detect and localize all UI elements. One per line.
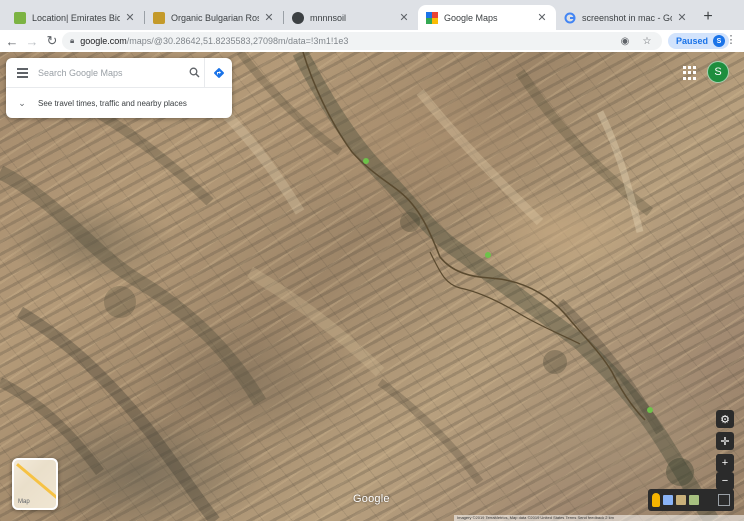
search-input[interactable] [38,62,184,83]
tab-title: mnnnsoil [310,12,347,23]
settings-gear-icon[interactable]: ⚙ [716,410,734,428]
terrain-overlay [0,52,719,521]
zoom-in-button[interactable]: + [716,454,734,472]
tab-title: Google Maps [444,12,498,23]
profile-paused-button[interactable]: Paused S [668,33,730,49]
search-row [6,57,232,88]
address-bar[interactable]: 🔒︎ google.com/maps/@30.28642,51.8235583,… [62,32,662,50]
tab-mnnnsoil[interactable]: mnnnsoil ✕ [284,5,418,30]
tab-strip: Location| Emirates Bio Farm ✕ Organic Bu… [0,0,744,30]
map-attribution: Imagery ©2019 TerraMetrics, Map data ©20… [454,515,744,521]
google-icon [564,12,576,24]
imagery-strip [648,489,734,511]
close-icon[interactable]: ✕ [676,11,688,24]
url-host: google.com [80,36,127,46]
compass-icon[interactable]: ✛ [716,432,734,450]
travel-times-row[interactable]: ⌄ See travel times, traffic and nearby p… [6,88,232,118]
directions-icon[interactable] [204,57,232,88]
zoom-out-button[interactable]: − [716,472,734,490]
tab-google-maps[interactable]: Google Maps ✕ [418,5,556,30]
leaf-icon [14,11,26,24]
google-logo: Google [353,493,390,505]
imagery-thumbnail[interactable] [663,495,673,505]
kebab-menu-icon[interactable]: ⋮ [724,33,738,49]
browser-toolbar: ← → ↻ 🔒︎ google.com/maps/@30.28642,51.82… [0,30,744,52]
lock-icon: 🔒︎ [70,36,75,45]
close-icon[interactable]: ✕ [124,11,136,24]
back-arrow-icon[interactable]: ← [2,31,22,51]
search-icon[interactable] [184,58,204,88]
google-maps-icon [426,11,438,24]
hamburger-menu-icon[interactable] [6,58,38,88]
url-path: /maps/@30.28642,51.8235583,27098m/data=!… [126,36,349,46]
location-icon[interactable]: ◉ [618,34,632,48]
globe-icon [292,11,304,24]
tab-title: Organic Bulgarian Rose Water [171,12,259,23]
chevron-down-icon: ⌄ [18,97,26,108]
tab-google-search[interactable]: screenshot in mac - Google Se ✕ [556,5,696,30]
reload-icon[interactable]: ↻ [42,31,62,51]
imagery-thumbnail[interactable] [676,495,686,505]
new-tab-button[interactable]: + [698,7,718,27]
close-icon[interactable]: ✕ [398,11,410,24]
search-panel: ⌄ See travel times, traffic and nearby p… [6,57,232,118]
bottle-icon [153,11,165,24]
layers-label: Map [18,499,30,505]
close-icon[interactable]: ✕ [536,11,548,24]
fullscreen-icon[interactable] [718,494,730,506]
imagery-thumbnail[interactable] [689,495,699,505]
layers-toggle[interactable]: Map [12,458,58,510]
tab-title: screenshot in mac - Google Se [582,12,672,23]
paused-label: Paused [676,36,709,46]
forward-arrow-icon[interactable]: → [22,31,42,51]
tab-emirates-bio-farm[interactable]: Location| Emirates Bio Farm ✕ [6,5,144,30]
satellite-map[interactable]: ⌄ See travel times, traffic and nearby p… [0,52,744,521]
apps-grid-icon[interactable] [683,66,697,80]
close-icon[interactable]: ✕ [263,11,275,24]
tab-title: Location| Emirates Bio Farm [32,12,120,23]
bookmark-star-icon[interactable]: ☆ [640,34,654,48]
account-avatar[interactable]: S [707,61,729,83]
tab-rose-water[interactable]: Organic Bulgarian Rose Water ✕ [145,5,283,30]
travel-times-text: See travel times, traffic and nearby pla… [38,98,187,108]
road-line [16,463,56,504]
url-text[interactable]: google.com/maps/@30.28642,51.8235583,270… [80,36,610,46]
pegman-icon[interactable] [652,493,660,507]
